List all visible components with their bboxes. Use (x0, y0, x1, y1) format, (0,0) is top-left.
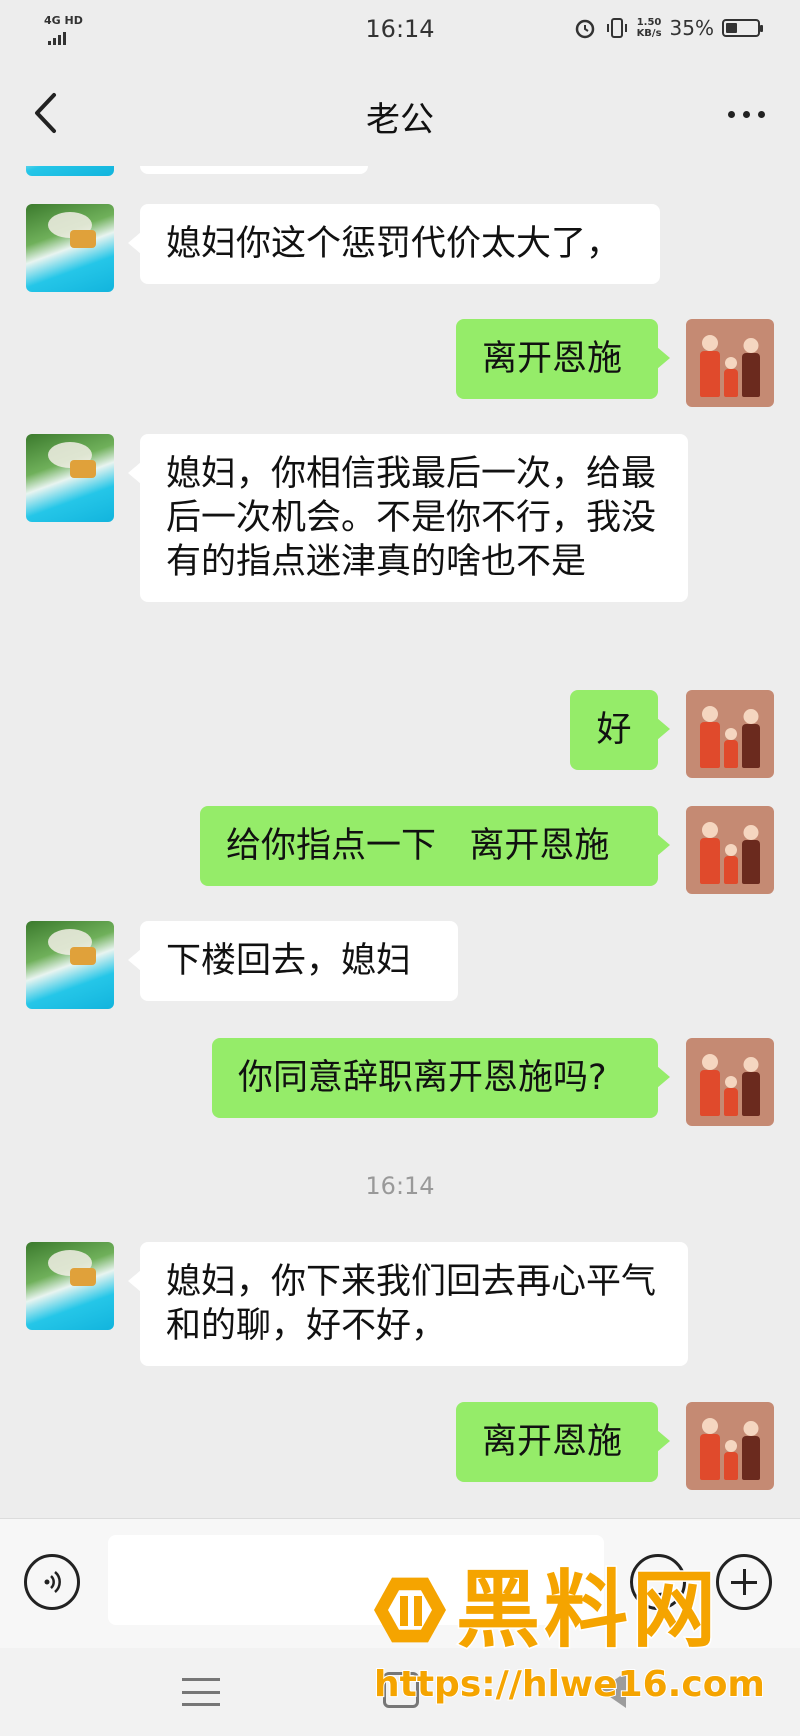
status-right: 1.50 KB/s 35% (573, 16, 763, 40)
my-avatar[interactable] (686, 1038, 774, 1126)
chat-header: 老公 (0, 62, 800, 166)
message-bubble[interactable]: 给你指点一下 离开恩施 (200, 806, 670, 886)
message-bubble[interactable]: 媳妇，你下来我们回去再心平气和的聊，好不好， (128, 1242, 688, 1366)
menu-key[interactable] (182, 1678, 220, 1706)
voice-input-button[interactable] (24, 1554, 80, 1610)
message-bubble[interactable]: 媳妇你这个惩罚代价太大了， (128, 204, 660, 284)
husband-avatar[interactable] (26, 434, 114, 522)
battery-icon (722, 19, 763, 37)
chat-title: 老公 (366, 100, 434, 140)
message-bubble[interactable]: 你同意辞职离开恩施吗? (212, 1038, 670, 1118)
watermark-url: https://hlwe16.com (373, 1663, 766, 1706)
message-timestamp: 16:14 (365, 1172, 435, 1200)
alarm-icon (575, 19, 594, 39)
message-bubble[interactable]: 好 (570, 690, 670, 770)
my-avatar[interactable] (686, 690, 774, 778)
more-dot-icon (757, 110, 765, 118)
vibrate-icon (606, 18, 627, 38)
network-speed: 1.50 KB/s (636, 17, 662, 39)
husband-avatar[interactable] (26, 166, 114, 176)
battery-percent: 35% (669, 16, 714, 40)
watermark-logo-icon (374, 1574, 446, 1646)
message-bubble[interactable]: 媳妇，你相信我最后一次，给最后一次机会。不是你不行，我没有的指点迷津真的啥也不是 (128, 434, 688, 602)
message-bubble[interactable]: 下楼回去，媳妇 (128, 921, 458, 1001)
my-avatar[interactable] (686, 319, 774, 407)
my-avatar[interactable] (686, 806, 774, 894)
more-dot-icon (727, 110, 735, 118)
more-dot-icon (742, 110, 750, 118)
husband-avatar[interactable] (26, 204, 114, 292)
status-bar: 4G HD 16:14 1.50 KB/s 35% (0, 0, 800, 62)
husband-avatar[interactable] (26, 1242, 114, 1330)
my-avatar[interactable] (686, 1402, 774, 1490)
message-bubble[interactable]: 离开恩施 (456, 1402, 670, 1482)
watermark-title: 黑料网 (454, 1561, 721, 1659)
voice-icon (44, 1571, 61, 1593)
partial-incoming-bubble (140, 166, 368, 174)
more-options-button[interactable] (716, 92, 776, 136)
message-list[interactable]: 媳妇你这个惩罚代价太大了， 离开恩施 媳妇，你相信我最后一次，给最后一次机会。不… (0, 166, 800, 1518)
watermark: 黑料网 https://hlwe16.com (360, 1560, 780, 1730)
husband-avatar[interactable] (26, 921, 114, 1009)
message-bubble[interactable]: 离开恩施 (456, 319, 670, 399)
battery-level (726, 23, 737, 33)
